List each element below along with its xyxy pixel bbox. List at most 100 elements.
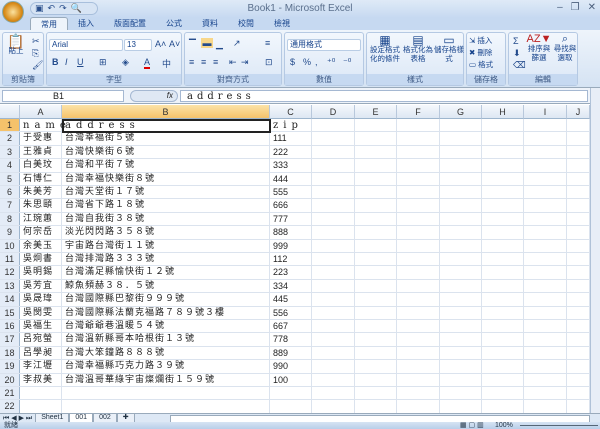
- cell-b16[interactable]: 台灣爺爺巷溫暖５４號: [65, 320, 165, 332]
- column-header-a[interactable]: A: [20, 105, 62, 119]
- number-format-select[interactable]: 通用格式: [287, 39, 361, 51]
- cut-icon[interactable]: ✂: [32, 36, 40, 47]
- autosum-button[interactable]: Σ: [513, 36, 519, 46]
- cell-c12[interactable]: 223: [273, 266, 288, 278]
- cell-a16[interactable]: 吳福生: [23, 320, 53, 332]
- cell-b18[interactable]: 台灣大笨鐘路８８８號: [65, 347, 165, 359]
- view-buttons[interactable]: ▦ ▢ ▥: [460, 422, 484, 429]
- column-header-e[interactable]: E: [355, 105, 397, 119]
- cell-a12[interactable]: 吳明錫: [23, 266, 53, 278]
- name-box[interactable]: B1: [2, 90, 124, 102]
- tab-insert[interactable]: 插入: [68, 17, 104, 30]
- insert-cells-button[interactable]: ⇲ 插入: [469, 36, 492, 45]
- row-header[interactable]: 2: [0, 132, 20, 145]
- save-icon[interactable]: ▣: [35, 3, 44, 14]
- close-icon[interactable]: ✕: [588, 2, 596, 13]
- cell-a5[interactable]: 石博仁: [23, 173, 53, 185]
- row-header[interactable]: 18: [0, 346, 20, 360]
- align-bottom-icon[interactable]: ▁: [216, 39, 223, 50]
- row-header[interactable]: 22: [0, 400, 20, 413]
- cell-a15[interactable]: 吳閔雯: [23, 307, 53, 319]
- fill-icon[interactable]: ⬇: [513, 48, 521, 59]
- column-header-g[interactable]: G: [440, 105, 482, 119]
- cell-b19[interactable]: 台灣幸福縣巧克力路３９號: [65, 360, 185, 372]
- cell-c6[interactable]: 555: [273, 186, 288, 198]
- align-middle-icon[interactable]: ▬: [201, 38, 213, 48]
- row-header[interactable]: 15: [0, 306, 20, 319]
- wrap-text-icon[interactable]: ≡: [265, 38, 270, 48]
- format-cells-button[interactable]: ▭ 格式: [469, 60, 493, 69]
- cell-c19[interactable]: 990: [273, 360, 288, 372]
- paste-button[interactable]: 📋 貼上: [5, 34, 27, 55]
- print-preview-icon[interactable]: 🔍: [71, 3, 82, 14]
- row-header[interactable]: 13: [0, 279, 20, 293]
- font-name-select[interactable]: Arial: [49, 39, 123, 51]
- cell-a11[interactable]: 吳炯書: [23, 253, 53, 265]
- cell-c16[interactable]: 667: [273, 320, 288, 332]
- borders-icon[interactable]: ⊞: [99, 57, 107, 68]
- grow-font-icon[interactable]: A˄: [155, 39, 166, 49]
- percent-button[interactable]: %: [303, 57, 311, 67]
- cell-b11[interactable]: 台灣排灣路３３３號: [65, 253, 155, 265]
- minimize-icon[interactable]: –: [557, 2, 563, 13]
- cell-b3[interactable]: 台灣快樂街６號: [65, 146, 135, 158]
- align-right-icon[interactable]: ≡: [213, 57, 218, 67]
- row-header[interactable]: 8: [0, 212, 20, 226]
- currency-button[interactable]: $: [290, 57, 295, 67]
- orientation-icon[interactable]: ↗: [233, 38, 241, 49]
- column-header-f[interactable]: F: [397, 105, 440, 119]
- cell-a14[interactable]: 吳晟瑋: [23, 293, 53, 305]
- align-center-icon[interactable]: ≡: [201, 57, 206, 67]
- row-header[interactable]: 10: [0, 239, 20, 252]
- italic-button[interactable]: I: [65, 57, 68, 67]
- cell-c18[interactable]: 889: [273, 347, 288, 359]
- cell-c1[interactable]: zip: [273, 119, 303, 131]
- increase-decimal-icon[interactable]: ⁺⁰: [327, 57, 335, 68]
- cell-b2[interactable]: 台灣幸福街５號: [65, 132, 135, 144]
- row-header[interactable]: 9: [0, 226, 20, 239]
- cell-b9[interactable]: 淡光閃閃路３５８號: [65, 226, 155, 238]
- tab-view[interactable]: 檢視: [264, 17, 300, 30]
- row-header[interactable]: 17: [0, 333, 20, 346]
- row-header[interactable]: 1: [0, 119, 20, 132]
- cell-c11[interactable]: 112: [273, 253, 287, 265]
- cell-a20[interactable]: 李叔美: [23, 374, 53, 386]
- column-header-c[interactable]: C: [270, 105, 312, 119]
- formula-input[interactable]: address: [180, 90, 588, 102]
- cell-c10[interactable]: 999: [273, 240, 288, 252]
- increase-indent-icon[interactable]: ⇥: [241, 57, 249, 68]
- row-header[interactable]: 6: [0, 186, 20, 199]
- tab-data[interactable]: 資料: [192, 17, 228, 30]
- cell-b14[interactable]: 台灣國際縣巴黎街９９９號: [65, 293, 185, 305]
- row-header[interactable]: 7: [0, 199, 20, 212]
- row-header[interactable]: 21: [0, 387, 20, 400]
- format-as-table-button[interactable]: ▤ 格式化為表格: [403, 34, 433, 63]
- cell-a2[interactable]: 于受惠: [23, 132, 53, 144]
- undo-icon[interactable]: ↶: [48, 3, 56, 14]
- cell-b5[interactable]: 台灣幸福快樂街８號: [65, 173, 155, 185]
- tab-home[interactable]: 常用: [30, 17, 68, 30]
- cell-a13[interactable]: 吳芳宜: [23, 280, 53, 292]
- cell-b17[interactable]: 台灣溫新縣哥本哈根街１３號: [65, 333, 195, 345]
- conditional-formatting-button[interactable]: ▦ 設定格式化的條件: [368, 34, 402, 63]
- cell-b7[interactable]: 台灣省下路１８號: [65, 199, 145, 211]
- tab-review[interactable]: 校閱: [228, 17, 264, 30]
- redo-icon[interactable]: ↷: [59, 3, 67, 14]
- vertical-scrollbar[interactable]: [590, 88, 600, 423]
- cell-a17[interactable]: 呂宛螢: [23, 333, 53, 345]
- sort-filter-button[interactable]: AZ▼ 排序與篩選: [526, 34, 552, 63]
- merge-center-icon[interactable]: ⊡: [265, 57, 273, 68]
- format-painter-icon[interactable]: 🖌: [32, 60, 43, 71]
- cell-a4[interactable]: 白美玟: [23, 159, 53, 171]
- cell-c15[interactable]: 556: [273, 307, 288, 319]
- cell-b15[interactable]: 台灣國際縣法蘭克福路７８９號３樓: [65, 307, 225, 319]
- insert-function-button[interactable]: fx: [130, 90, 178, 102]
- tab-formulas[interactable]: 公式: [156, 17, 192, 30]
- cell-b4[interactable]: 台灣和平街７號: [65, 159, 135, 171]
- cell-styles-button[interactable]: ▭ 儲存格樣式: [434, 34, 464, 63]
- restore-icon[interactable]: ❐: [571, 2, 580, 13]
- row-header[interactable]: 14: [0, 293, 20, 306]
- row-header[interactable]: 11: [0, 253, 20, 266]
- column-header-h[interactable]: H: [482, 105, 524, 119]
- cell-c2[interactable]: 111: [273, 132, 287, 144]
